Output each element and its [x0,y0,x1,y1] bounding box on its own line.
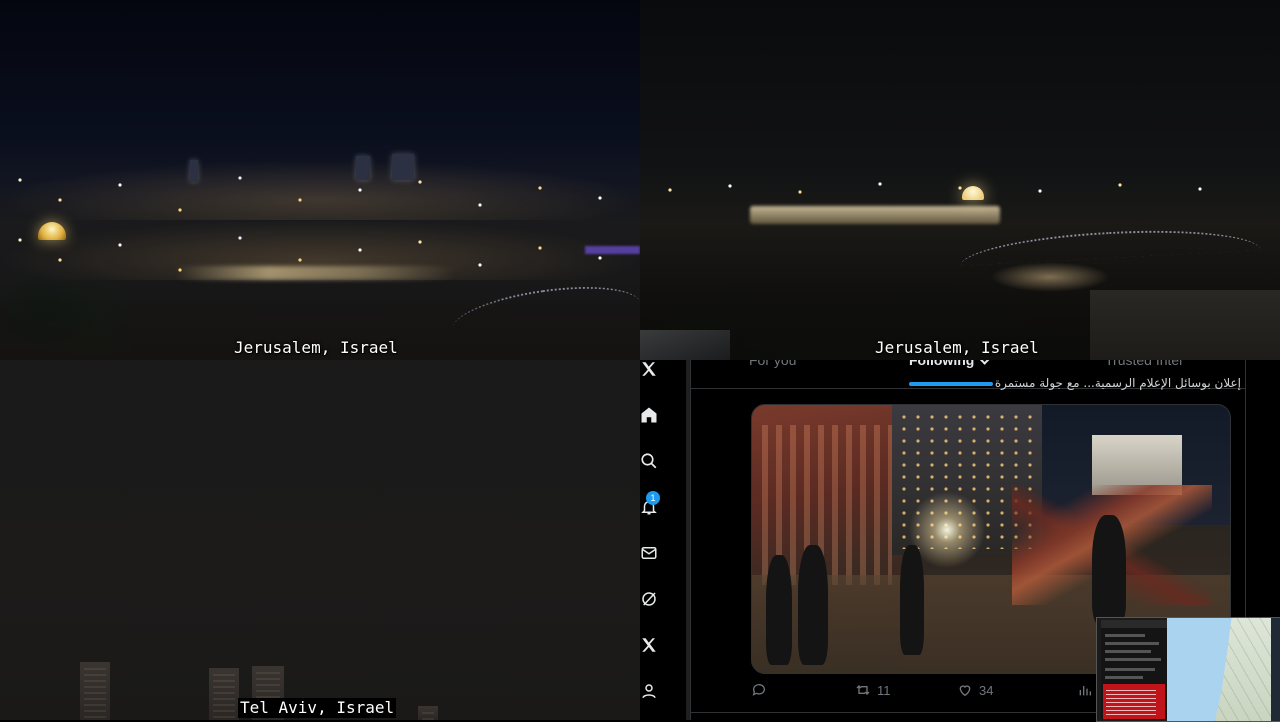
illuminated-wall [750,206,1000,224]
views-button[interactable] [1077,682,1093,698]
chevron-down-icon [978,360,992,365]
notification-badge: 1 [646,491,660,505]
building-silhouette [190,160,198,182]
x-logo-icon[interactable] [640,360,658,378]
like-count: 34 [979,682,994,698]
city-lights [0,160,640,280]
live-feed-jerusalem-2: Jerusalem, Israel [640,0,1280,360]
repost-button[interactable]: 11 [855,682,891,698]
alert-row [1105,642,1159,645]
location-caption: Tel Aviv, Israel [238,698,397,718]
repost-icon [856,685,870,695]
map-thumbnail[interactable] [1096,617,1280,722]
reply-icon [752,684,765,696]
location-caption: Jerusalem, Israel [234,338,398,357]
live-feed-jerusalem-1: Jerusalem, Israel [0,0,640,360]
foreground-awning [640,330,730,360]
analytics-icon [1079,686,1091,696]
alert-row [1105,650,1151,653]
alert-row [1105,658,1161,661]
location-caption: Jerusalem, Israel [875,338,1039,357]
purple-light [585,246,640,254]
alert-row [1105,668,1155,671]
skyscraper-silhouette [80,662,110,720]
alert-row [1105,634,1145,637]
live-feed-tel-aviv: Tel Aviv, Israel [0,360,640,720]
person-silhouette [900,545,924,655]
search-icon[interactable] [640,452,658,470]
tab-following[interactable]: Following [909,360,992,376]
alerts-header [1101,620,1167,628]
person-silhouette [766,555,792,665]
home-icon[interactable] [640,406,658,424]
repost-count: 11 [877,682,891,698]
foreground-building [1090,290,1280,360]
old-city-wall-lights [175,266,455,280]
tab-for-you[interactable]: For you [749,360,796,376]
x-nav-rail: 1 [640,360,686,720]
city-lights [640,176,1280,206]
skyscraper-silhouette [209,668,239,720]
building-silhouette [392,154,414,180]
alerts-sidebar [1101,620,1167,719]
skyscraper-silhouette [418,706,438,720]
reply-button[interactable] [751,682,773,698]
profile-icon[interactable] [640,682,658,700]
map-edge [1271,618,1280,721]
messages-icon[interactable] [640,544,658,562]
person-silhouette [798,545,828,665]
post-text: إعلان بوسائل الإعلام الرسمية... مع جولة … [994,376,1241,390]
person-silhouette [1092,515,1126,625]
tab-trusted-intel[interactable]: Trusted Intel [1105,360,1182,376]
like-button[interactable]: 34 [957,682,993,698]
alert-row [1105,676,1143,679]
grok-icon[interactable] [640,590,658,608]
building-silhouette [356,156,370,180]
x-premium-icon[interactable] [640,636,658,654]
heart-icon [959,685,971,697]
active-alert-box [1103,684,1165,719]
plaza-glow [990,262,1110,292]
